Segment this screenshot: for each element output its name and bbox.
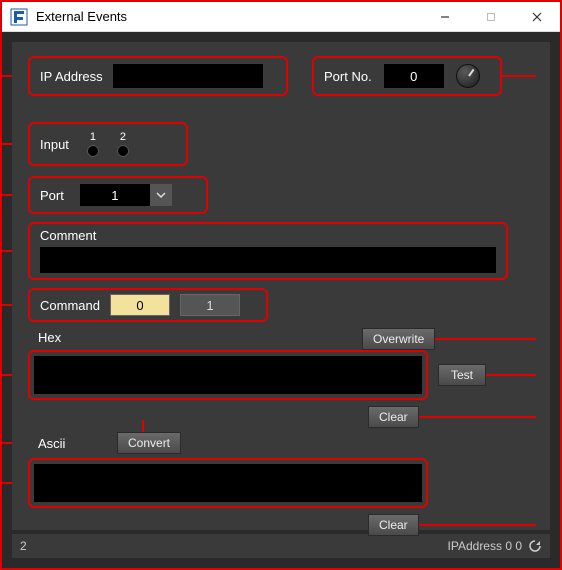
input-led-2-number: 2 (120, 131, 126, 143)
port-label: Port (40, 188, 64, 203)
client-area: IP Address Port No. Input 1 (2, 32, 560, 568)
callout-tick (0, 442, 12, 444)
port-group: Port 1 (28, 176, 208, 214)
command-button-1[interactable]: 1 (180, 294, 240, 316)
overwrite-button[interactable]: Overwrite (362, 328, 435, 350)
command-button-0[interactable]: 0 (110, 294, 170, 316)
ip-address-label: IP Address (40, 69, 103, 84)
ip-address-input[interactable] (113, 64, 263, 88)
callout-tick (0, 374, 12, 376)
input-group: Input 1 2 (28, 122, 188, 166)
ascii-input[interactable] (34, 464, 422, 502)
port-no-input[interactable] (384, 64, 444, 88)
input-led-1: 1 (87, 131, 99, 157)
callout-tick (0, 250, 12, 252)
input-led-2: 2 (117, 131, 129, 157)
test-button[interactable]: Test (438, 364, 486, 386)
led-icon (87, 145, 99, 157)
hex-label: Hex (38, 330, 61, 345)
port-no-group: Port No. (312, 56, 502, 96)
ascii-label: Ascii (38, 436, 65, 451)
status-left: 2 (20, 539, 448, 553)
window: External Events (2, 2, 560, 568)
port-no-label: Port No. (324, 69, 372, 84)
port-select-value: 1 (80, 184, 150, 206)
callout-tick (423, 338, 536, 340)
callout-tick (142, 420, 144, 432)
callout-tick (486, 374, 536, 376)
input-led-1-number: 1 (90, 131, 96, 143)
main-panel: IP Address Port No. Input 1 (12, 42, 550, 530)
callout-tick (0, 194, 12, 196)
callout-tick (0, 75, 12, 77)
status-right: IPAddress 0 0 (448, 539, 522, 553)
ascii-group (28, 458, 428, 508)
callout-tick (502, 75, 536, 77)
hex-input[interactable] (34, 356, 422, 394)
led-icon (117, 145, 129, 157)
ip-address-group: IP Address (28, 56, 288, 96)
window-title: External Events (36, 9, 422, 24)
callout-tick (418, 416, 536, 418)
hex-group (28, 350, 428, 400)
convert-button[interactable]: Convert (117, 432, 181, 454)
command-group: Command 0 1 (28, 288, 268, 322)
comment-input[interactable] (40, 247, 496, 273)
comment-group: Comment (28, 222, 508, 280)
minimize-button[interactable] (422, 2, 468, 32)
maximize-button[interactable] (468, 2, 514, 32)
callout-tick (418, 524, 536, 526)
callout-tick (0, 143, 12, 145)
refresh-icon[interactable] (528, 539, 542, 553)
comment-label: Comment (40, 228, 496, 243)
callout-tick (0, 304, 12, 306)
app-icon (10, 8, 28, 26)
port-select[interactable]: 1 (80, 184, 172, 206)
status-bar: 2 IPAddress 0 0 (12, 534, 550, 558)
port-no-knob[interactable] (456, 64, 480, 88)
callout-tick (0, 482, 12, 484)
chevron-down-icon (150, 184, 172, 206)
command-label: Command (40, 298, 100, 313)
ascii-clear-button[interactable]: Clear (368, 514, 419, 536)
input-label: Input (40, 137, 69, 152)
titlebar: External Events (2, 2, 560, 32)
hex-clear-button[interactable]: Clear (368, 406, 419, 428)
close-button[interactable] (514, 2, 560, 32)
